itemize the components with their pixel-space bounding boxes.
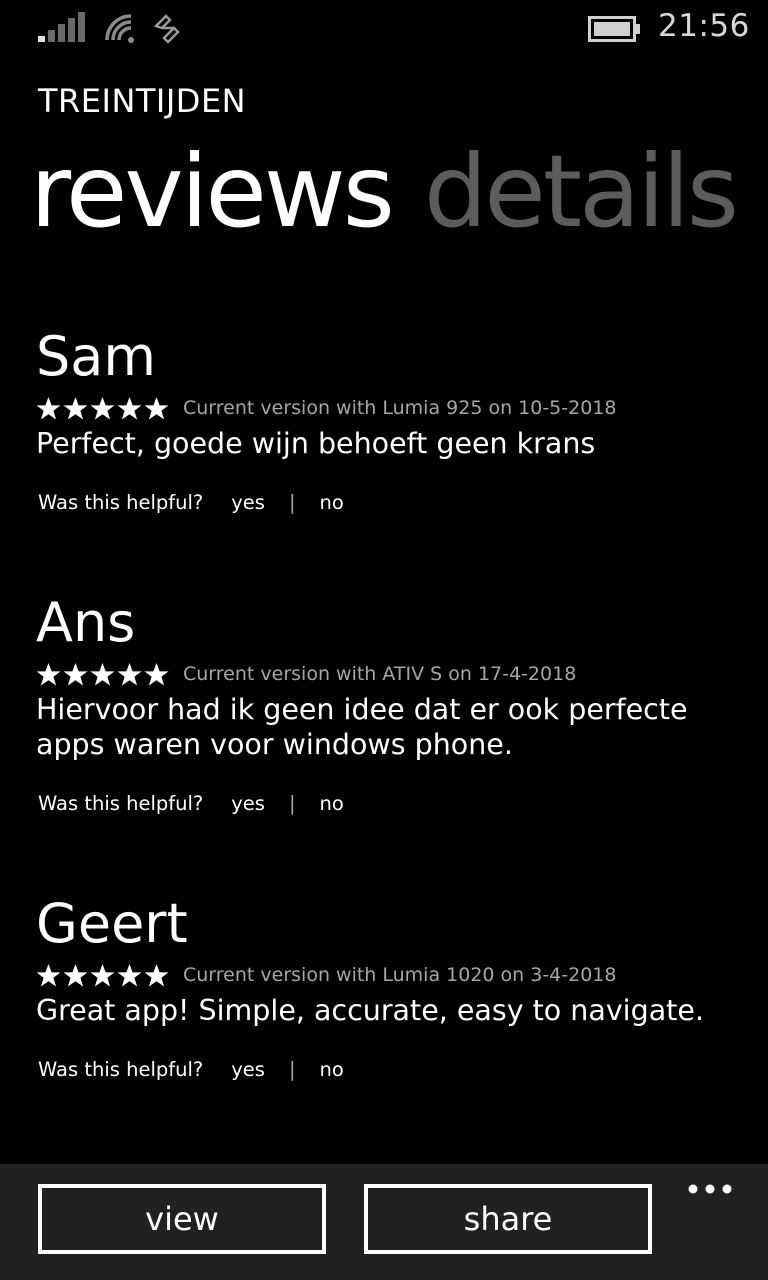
helpful-no-link[interactable]: no <box>320 792 344 815</box>
view-button[interactable]: view <box>38 1184 326 1254</box>
star-icon <box>63 662 88 685</box>
star-icon <box>144 396 169 419</box>
review-body: Great app! Simple, accurate, easy to nav… <box>36 994 704 1027</box>
app-bar: view share <box>0 1164 768 1280</box>
star-icon <box>63 963 88 986</box>
star-icon <box>117 662 142 685</box>
wifi-icon <box>105 14 134 43</box>
helpful-yes-link[interactable]: yes <box>231 491 265 514</box>
helpful-separator: | <box>288 1057 296 1081</box>
review-item: Geert Current version with Lumia 1020 on… <box>36 893 736 1084</box>
helpful-row: Was this helpful? yes | no <box>36 788 736 818</box>
review-author: Sam <box>36 325 156 388</box>
review-body-line: Hiervoor had ik geen idee dat er ook per… <box>36 693 688 726</box>
share-button[interactable]: share <box>364 1184 652 1254</box>
review-item: Ans Current version with ATIV S on 17-4-… <box>36 592 736 818</box>
star-icon <box>36 662 61 685</box>
helpful-no-link[interactable]: no <box>320 491 344 514</box>
review-meta: Current version with ATIV S on 17-4-2018 <box>183 663 577 685</box>
star-icon <box>90 662 115 685</box>
star-icon <box>36 396 61 419</box>
star-icon <box>117 963 142 986</box>
review-author: Ans <box>36 591 136 654</box>
helpful-row: Was this helpful? yes | no <box>36 487 736 517</box>
star-icon <box>144 662 169 685</box>
star-rating <box>36 396 169 421</box>
star-icon <box>36 963 61 986</box>
battery-icon <box>588 16 640 42</box>
helpful-yes-link[interactable]: yes <box>231 792 265 815</box>
star-icon <box>63 396 88 419</box>
more-icon[interactable] <box>686 1182 734 1196</box>
helpful-row: Was this helpful? yes | no <box>36 1054 736 1084</box>
review-meta-row: Current version with Lumia 925 on 10-5-2… <box>36 392 736 424</box>
star-rating <box>36 963 169 988</box>
helpful-question: Was this helpful? <box>38 1057 204 1081</box>
star-rating <box>36 662 169 687</box>
pivot-header: reviews details <box>30 132 739 252</box>
review-meta: Current version with Lumia 925 on 10-5-2… <box>183 397 617 419</box>
review-body: Hiervoor had ik geen idee dat er ook per… <box>36 692 736 762</box>
helpful-separator: | <box>288 791 296 815</box>
helpful-separator: | <box>288 490 296 514</box>
review-author: Geert <box>36 892 188 955</box>
star-icon <box>117 396 142 419</box>
status-bar: 21:56 <box>0 0 768 56</box>
signal-icon <box>38 12 85 42</box>
helpful-no-link[interactable]: no <box>320 1058 344 1081</box>
tab-details[interactable]: details <box>424 132 739 252</box>
helpful-question: Was this helpful? <box>38 791 204 815</box>
review-item: Sam Current version with Lumia 925 on 10… <box>36 326 736 517</box>
app-title: TREINTIJDEN <box>38 82 247 120</box>
review-body: Perfect, goede wijn behoeft geen krans <box>36 427 596 460</box>
data-icon <box>153 14 180 44</box>
helpful-yes-link[interactable]: yes <box>231 1058 265 1081</box>
tab-reviews[interactable]: reviews <box>30 132 395 252</box>
star-icon <box>144 963 169 986</box>
star-icon <box>90 396 115 419</box>
clock: 21:56 <box>658 8 750 44</box>
review-meta-row: Current version with Lumia 1020 on 3-4-2… <box>36 959 736 991</box>
review-body-line: apps waren voor windows phone. <box>36 728 513 761</box>
star-icon <box>90 963 115 986</box>
review-meta: Current version with Lumia 1020 on 3-4-2… <box>183 964 617 986</box>
review-meta-row: Current version with ATIV S on 17-4-2018 <box>36 658 736 690</box>
helpful-question: Was this helpful? <box>38 490 204 514</box>
